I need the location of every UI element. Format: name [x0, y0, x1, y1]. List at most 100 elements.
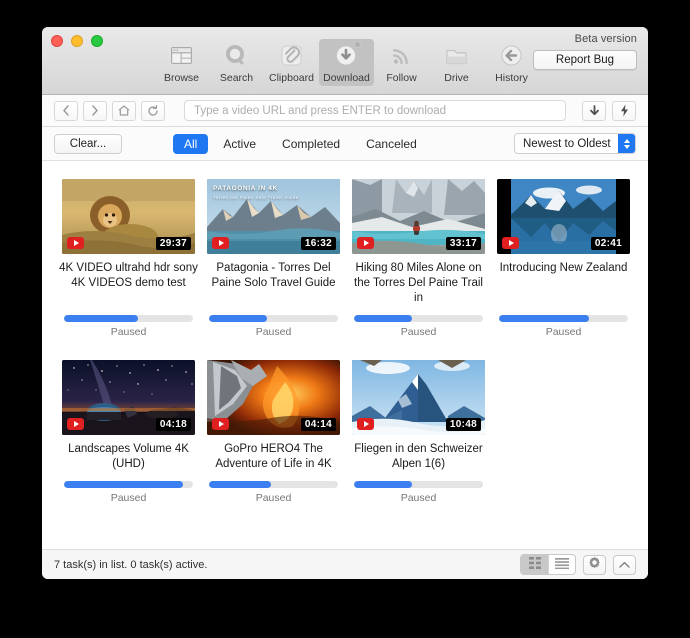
video-duration: 16:32 — [300, 237, 336, 250]
progress-area: Paused — [64, 472, 193, 504]
toolbar-item-label: Drive — [444, 72, 469, 84]
status-bar: 7 task(s) in list. 0 task(s) active. — [42, 549, 648, 579]
settings-button[interactable] — [583, 554, 606, 575]
download-card[interactable]: 10:48 Fliegen in den Schweizer Alpen 1(6… — [348, 360, 489, 504]
chevron-right-icon — [91, 105, 99, 116]
tab-completed[interactable]: Completed — [271, 134, 351, 154]
toolbar-item-follow[interactable]: Follow — [374, 39, 429, 86]
download-status: Paused — [110, 492, 147, 504]
video-title: Landscapes Volume 4K (UHD) — [68, 443, 189, 470]
youtube-icon — [357, 418, 374, 430]
video-thumbnail[interactable]: 10:48 — [352, 360, 485, 435]
downloads-grid: 29:37 4K VIDEO ultrahd hdr sony 4K VIDEO… — [58, 179, 648, 522]
minimize-window-button[interactable] — [71, 35, 83, 47]
sort-dropdown[interactable]: Newest to Oldest — [514, 133, 636, 154]
progress-area: Paused — [209, 306, 338, 338]
download-status: Paused — [400, 326, 437, 338]
video-title: GoPro HERO4 The Adventure of Life in 4K — [215, 443, 332, 470]
video-thumbnail[interactable]: PATAGONIA IN 4K Torres Del Paine Solo Tr… — [207, 179, 340, 254]
toolbar-item-label: Search — [219, 72, 254, 84]
toolbar-item-label: Follow — [386, 72, 417, 84]
back-button[interactable] — [54, 100, 78, 121]
search-icon — [223, 42, 250, 69]
thumbnail-overlay-subtitle: Torres Del Paine Solo Travel Guide — [213, 195, 299, 201]
progress-fill — [354, 481, 413, 488]
filter-tabs: All Active Completed Canceled — [173, 133, 428, 154]
history-icon — [498, 42, 525, 69]
clear-button[interactable]: Clear... — [54, 133, 122, 154]
video-duration: 33:17 — [445, 237, 481, 250]
toolbar-item-clipboard[interactable]: Clipboard — [264, 39, 319, 86]
downloads-grid-area[interactable]: 29:37 4K VIDEO ultrahd hdr sony 4K VIDEO… — [42, 161, 648, 549]
download-card[interactable]: 04:18 Landscapes Volume 4K (UHD) Paused — [58, 360, 199, 504]
toolbar-item-label: Clipboard — [269, 72, 314, 84]
video-thumbnail[interactable]: 33:17 — [352, 179, 485, 254]
boost-button[interactable] — [612, 100, 636, 121]
chevron-left-icon — [62, 105, 70, 116]
progress-bar — [209, 481, 338, 488]
rss-icon — [388, 42, 415, 69]
view-mode-toggle[interactable] — [520, 554, 576, 575]
toolbar-item-history[interactable]: History — [484, 39, 539, 86]
video-thumbnail[interactable]: 29:37 — [62, 179, 195, 254]
reload-button[interactable] — [141, 100, 165, 121]
app-window: Beta version Report Bug Browse Search Cl… — [42, 27, 648, 579]
progress-area: Paused — [499, 306, 628, 338]
youtube-icon — [502, 237, 519, 249]
toolbar-item-label: Browse — [163, 72, 199, 84]
download-card[interactable]: 02:41 Introducing New Zealand Paused — [493, 179, 634, 338]
thumbnail-overlay-title: PATAGONIA IN 4K Torres Del Paine Solo Tr… — [213, 185, 299, 201]
download-card[interactable]: 29:37 4K VIDEO ultrahd hdr sony 4K VIDEO… — [58, 179, 199, 338]
tab-canceled[interactable]: Canceled — [355, 134, 428, 154]
video-thumbnail[interactable]: 04:14 — [207, 360, 340, 435]
close-window-button[interactable] — [51, 35, 63, 47]
list-view-button[interactable] — [548, 555, 575, 574]
progress-area: Paused — [64, 306, 193, 338]
forward-button[interactable] — [83, 100, 107, 121]
video-thumbnail[interactable]: 04:18 — [62, 360, 195, 435]
lightning-bolt-icon — [620, 104, 629, 117]
progress-fill — [209, 481, 271, 488]
download-url-button[interactable] — [582, 100, 606, 121]
progress-area: Paused — [354, 306, 483, 338]
window-controls — [51, 35, 103, 47]
download-card[interactable]: PATAGONIA IN 4K Torres Del Paine Solo Tr… — [203, 179, 344, 338]
clipboard-icon — [278, 42, 305, 69]
toolbar-item-download[interactable]: Download — [319, 39, 374, 86]
download-arrow-icon — [589, 104, 600, 117]
download-status: Paused — [255, 492, 292, 504]
collapse-button[interactable] — [613, 554, 636, 575]
task-count-label: 7 task(s) in list. 0 task(s) active. — [54, 558, 208, 571]
video-duration: 04:14 — [300, 418, 336, 431]
download-status: Paused — [400, 492, 437, 504]
video-duration: 02:41 — [590, 237, 626, 250]
video-duration: 04:18 — [155, 418, 191, 431]
video-title: 4K VIDEO ultrahd hdr sony 4K VIDEOS demo… — [59, 262, 198, 289]
home-button[interactable] — [112, 100, 136, 121]
navigation-bar — [42, 95, 648, 127]
progress-bar — [354, 315, 483, 322]
tab-active[interactable]: Active — [212, 134, 267, 154]
download-status: Paused — [255, 326, 292, 338]
drive-icon — [443, 42, 470, 69]
report-bug-button[interactable]: Report Bug — [533, 50, 637, 70]
video-thumbnail[interactable]: 02:41 — [497, 179, 630, 254]
reload-icon — [147, 104, 159, 117]
url-input[interactable] — [184, 100, 566, 121]
maximize-window-button[interactable] — [91, 35, 103, 47]
download-card[interactable]: 33:17 Hiking 80 Miles Alone on the Torre… — [348, 179, 489, 338]
youtube-icon — [212, 237, 229, 249]
progress-bar — [354, 481, 483, 488]
grid-view-button[interactable] — [521, 555, 548, 574]
chevron-updown-icon — [618, 134, 635, 153]
tab-all[interactable]: All — [173, 133, 209, 154]
beta-version-label: Beta version — [574, 33, 637, 45]
toolbar-item-browse[interactable]: Browse — [154, 39, 209, 86]
toolbar-item-drive[interactable]: Drive — [429, 39, 484, 86]
toolbar-item-label: Download — [323, 72, 370, 84]
toolbar-item-search[interactable]: Search — [209, 39, 264, 86]
filter-bar: Clear... All Active Completed Canceled N… — [42, 127, 648, 161]
download-card[interactable]: 04:14 GoPro HERO4 The Adventure of Life … — [203, 360, 344, 504]
progress-bar — [64, 315, 193, 322]
status-bar-actions — [520, 554, 636, 575]
